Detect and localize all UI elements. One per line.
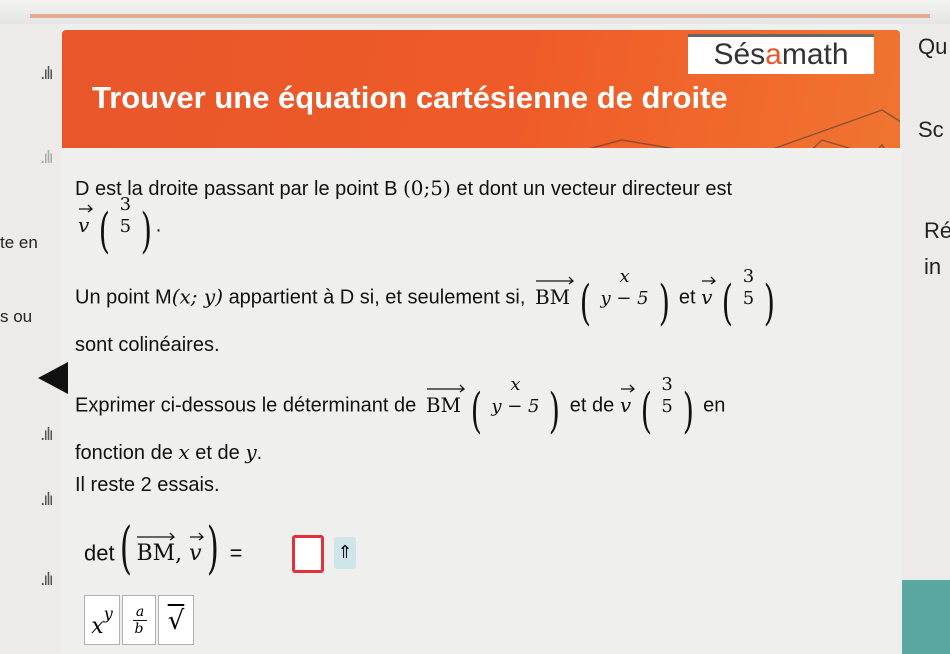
- bar-chart-icon[interactable]: .ılı: [40, 570, 54, 590]
- vector-arrow-icon: [426, 384, 465, 393]
- right-panel-heading: Ré: [924, 218, 950, 243]
- vector-arrow-icon: [702, 276, 717, 285]
- right-panel-teal-box: [902, 580, 950, 654]
- right-panel-heading: Qu: [918, 34, 948, 59]
- vector-v-display: v (3 5) .: [78, 194, 162, 259]
- vector-arrow-icon: [535, 276, 574, 285]
- vector-arrow-icon: [79, 204, 93, 213]
- fraction-key[interactable]: a b: [122, 595, 156, 645]
- right-panel-heading: Sc: [918, 117, 944, 142]
- point-B-coords: (0;5): [402, 176, 451, 200]
- question-line-1: Exprimer ci-dessous le déterminant de BM…: [75, 374, 726, 439]
- question-line-2: fonction de x et de y.: [75, 440, 263, 464]
- statement-line-3: sont colinéaires.: [75, 334, 220, 356]
- sesamath-logo: Sésamath: [688, 34, 874, 74]
- statement-line-1: D est la droite passant par le point B (…: [75, 176, 733, 200]
- back-arrow-icon[interactable]: [38, 362, 68, 394]
- bar-chart-icon[interactable]: .ılı: [40, 425, 54, 445]
- bar-chart-icon-faded: .ılı: [40, 148, 54, 168]
- attempts-remaining: Il reste 2 essais.: [75, 474, 220, 496]
- statement-line-2: Un point M(x; y) appartient à D si, et s…: [75, 266, 776, 331]
- exercise-title: Trouver une équation cartésienne de droi…: [92, 80, 728, 115]
- edit-up-button[interactable]: ⇑: [334, 537, 356, 569]
- power-key[interactable]: xy: [84, 595, 120, 645]
- vector-arrow-icon: [137, 532, 176, 541]
- answer-input[interactable]: [292, 535, 324, 573]
- bar-chart-icon[interactable]: .ılı: [40, 64, 54, 84]
- vector-arrow-icon: [190, 532, 205, 541]
- left-panel-text: s ou: [0, 307, 33, 326]
- top-rule: [0, 0, 950, 24]
- bar-chart-icon[interactable]: .ılı: [40, 490, 54, 510]
- right-panel-heading: in: [924, 254, 942, 279]
- left-panel-text: te en: [0, 233, 38, 252]
- vector-arrow-icon: [620, 384, 635, 393]
- left-panel: [0, 24, 62, 654]
- square-root-key[interactable]: √: [158, 595, 194, 645]
- determinant-expression: det( BM , v ) =: [84, 516, 243, 581]
